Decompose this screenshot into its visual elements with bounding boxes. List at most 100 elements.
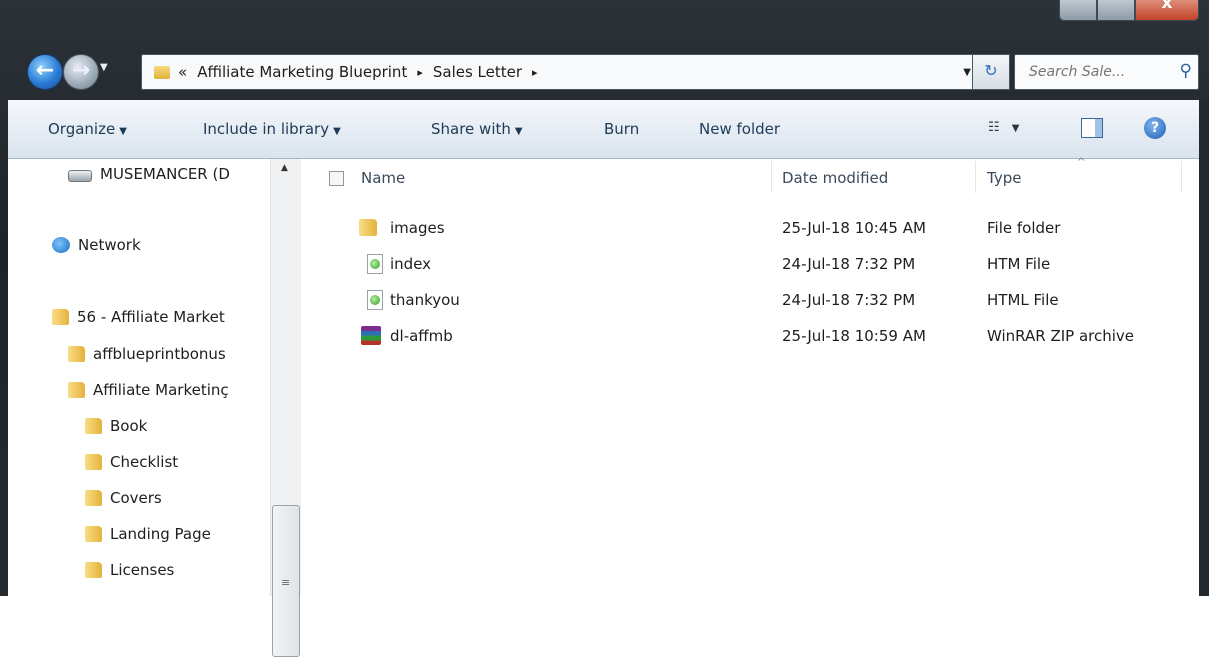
- navigation-pane: MUSEMANCER (D Network 56 - Affiliate Mar…: [8, 159, 278, 596]
- nav-item-covers[interactable]: Covers: [85, 489, 162, 507]
- nav-item-label: Affiliate Marketinç: [93, 381, 229, 399]
- window-border: [1199, 100, 1209, 596]
- address-row: ← → ▼ « Affiliate Marketing Blueprint ▸ …: [0, 46, 1209, 98]
- drive-icon: [68, 170, 92, 182]
- file-date: 24-Jul-18 7:32 PM: [782, 255, 916, 273]
- folder-icon: [85, 418, 102, 434]
- winrar-archive-icon: [361, 326, 381, 345]
- column-divider[interactable]: [1181, 161, 1182, 193]
- chevron-down-icon: ▼: [333, 126, 341, 137]
- scroll-up-icon[interactable]: ▲: [281, 163, 288, 173]
- folder-icon: [85, 454, 102, 470]
- breadcrumb-separator-icon[interactable]: ▸: [417, 66, 423, 79]
- nav-item-label: Licenses: [110, 561, 175, 579]
- details-view-icon: ☷: [988, 120, 1000, 135]
- sort-ascending-icon: ^: [1077, 157, 1086, 168]
- file-date: 25-Jul-18 10:45 AM: [782, 219, 926, 237]
- column-divider[interactable]: [771, 161, 772, 193]
- file-type: WinRAR ZIP archive: [987, 327, 1135, 345]
- recent-pages-dropdown-icon[interactable]: ▼: [100, 62, 108, 73]
- breadcrumb-sales-letter[interactable]: Sales Letter: [433, 63, 522, 81]
- column-header-date-modified[interactable]: Date modified: [782, 169, 888, 187]
- nav-item-affblueprintbonus[interactable]: affblueprintbonus: [68, 345, 226, 363]
- chevron-down-icon: ▼: [1011, 123, 1020, 134]
- table-row[interactable]: index 24-Jul-18 7:32 PM HTM File: [301, 247, 1199, 283]
- scrollbar-thumb[interactable]: ≡: [272, 505, 300, 657]
- folder-icon: [52, 309, 69, 325]
- nav-item-label: Landing Page: [110, 525, 211, 543]
- organize-button[interactable]: Organize ▼: [48, 120, 127, 138]
- folder-icon: [68, 346, 85, 362]
- column-header-name[interactable]: Name: [361, 169, 405, 187]
- change-view-button[interactable]: ☷ ▼: [988, 120, 1020, 135]
- nav-item-label: Covers: [110, 489, 162, 507]
- file-type: HTM File: [987, 255, 1051, 273]
- forward-button[interactable]: →: [63, 54, 99, 90]
- nav-item-musemancer-drive[interactable]: MUSEMANCER (D: [68, 165, 230, 183]
- help-icon[interactable]: ?: [1144, 117, 1166, 139]
- folder-icon: [68, 382, 85, 398]
- file-type: File folder: [987, 219, 1061, 237]
- explorer-window: Organize ▼ Include in library ▼ Share with…: [8, 100, 1199, 657]
- file-name: index: [390, 255, 432, 273]
- breadcrumb-overflow[interactable]: «: [178, 63, 187, 81]
- burn-button[interactable]: Burn: [604, 120, 639, 138]
- search-box[interactable]: ⚲: [1014, 54, 1199, 90]
- chevron-down-icon: ▼: [119, 126, 127, 137]
- grip-icon: ≡: [281, 576, 291, 589]
- organize-label: Organize: [48, 120, 116, 138]
- breadcrumb-affiliate-marketing-blueprint[interactable]: Affiliate Marketing Blueprint: [197, 63, 407, 81]
- nav-item-label: 56 - Affiliate Market: [77, 308, 225, 326]
- folder-icon: [85, 526, 102, 542]
- table-row[interactable]: images 25-Jul-18 10:45 AM File folder: [301, 211, 1199, 247]
- nav-item-label: Network: [78, 236, 141, 254]
- file-date: 25-Jul-18 10:59 AM: [782, 327, 926, 345]
- preview-pane-icon[interactable]: [1081, 118, 1103, 138]
- include-in-library-button[interactable]: Include in library ▼: [203, 120, 341, 138]
- back-button[interactable]: ←: [27, 54, 63, 90]
- table-row[interactable]: thankyou 24-Jul-18 7:32 PM HTML File: [301, 283, 1199, 319]
- close-button[interactable]: x: [1135, 0, 1199, 21]
- file-date: 24-Jul-18 7:32 PM: [782, 291, 916, 309]
- nav-item-affiliate-marketing[interactable]: Affiliate Marketinç: [68, 381, 229, 399]
- file-list: Name Date modified Type ^ images 25-Jul-…: [301, 157, 1199, 596]
- column-headers: Name Date modified Type ^: [301, 157, 1199, 197]
- folder-icon: [154, 65, 170, 79]
- network-icon: [52, 237, 70, 253]
- search-icon[interactable]: ⚲: [1180, 61, 1192, 81]
- chevron-down-icon: ▼: [514, 126, 523, 137]
- include-in-library-label: Include in library: [203, 120, 330, 138]
- nav-item-checklist[interactable]: Checklist: [85, 453, 178, 471]
- new-folder-button[interactable]: New folder: [699, 120, 780, 138]
- folder-icon: [85, 562, 102, 578]
- search-input[interactable]: [1027, 63, 1171, 81]
- file-name: images: [390, 219, 445, 237]
- html-file-icon: [367, 290, 383, 310]
- select-all-checkbox[interactable]: [329, 171, 344, 186]
- address-dropdown-icon[interactable]: ▼: [963, 67, 971, 78]
- nav-item-label: Book: [110, 417, 148, 435]
- nav-item-56-affiliate-market[interactable]: 56 - Affiliate Market: [52, 308, 225, 326]
- nav-item-landing-page[interactable]: Landing Page: [85, 525, 211, 543]
- nav-item-book[interactable]: Book: [85, 417, 147, 435]
- column-divider[interactable]: [975, 161, 976, 193]
- file-name: thankyou: [390, 291, 460, 309]
- maximize-button[interactable]: [1097, 0, 1135, 21]
- nav-item-label: affblueprintbonus: [93, 345, 226, 363]
- folder-icon: [85, 490, 102, 506]
- file-type: HTML File: [987, 291, 1059, 309]
- navigation-scrollbar[interactable]: ▲ ≡: [270, 159, 301, 657]
- file-name: dl-affmb: [390, 327, 453, 345]
- nav-item-label: MUSEMANCER (D: [100, 165, 230, 183]
- refresh-button[interactable]: ↻: [972, 54, 1010, 90]
- address-bar[interactable]: « Affiliate Marketing Blueprint ▸ Sales …: [141, 54, 980, 90]
- command-bar: Organize ▼ Include in library ▼ Share with…: [8, 100, 1199, 159]
- nav-item-licenses[interactable]: Licenses: [85, 561, 174, 579]
- breadcrumb-separator-icon[interactable]: ▸: [532, 66, 538, 79]
- table-row[interactable]: dl-affmb 25-Jul-18 10:59 AM WinRAR ZIP a…: [301, 319, 1199, 355]
- share-with-label: Share with: [431, 120, 511, 138]
- minimize-button[interactable]: [1059, 0, 1097, 21]
- share-with-button[interactable]: Share with ▼: [431, 120, 523, 138]
- column-header-type[interactable]: Type: [987, 169, 1021, 187]
- nav-item-network[interactable]: Network: [52, 236, 141, 254]
